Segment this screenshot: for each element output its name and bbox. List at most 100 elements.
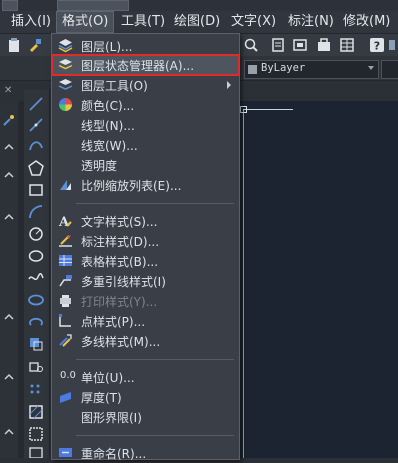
menu-item-label: 图形界限(I) — [81, 411, 142, 425]
more-toolbar-icon[interactable] — [389, 37, 398, 53]
menu-item-lineweight[interactable]: 线宽(W)... — [52, 135, 239, 155]
menu-item-label: 标注样式(D)... — [81, 235, 160, 249]
hatch-icon[interactable] — [28, 404, 44, 420]
plot-style-icon — [60, 295, 71, 307]
insert-block-icon[interactable] — [28, 336, 44, 352]
menu-item-plot-style[interactable]: 打印样式(Y)... — [52, 291, 239, 311]
menu-format[interactable]: 格式(O) — [56, 11, 115, 33]
menu-item-color[interactable]: 颜色(C)... — [52, 95, 239, 115]
collapse-up-icon[interactable] — [3, 211, 15, 223]
collapse-up-icon[interactable] — [3, 426, 15, 438]
ellipse-arc-icon[interactable] — [28, 314, 44, 330]
table-draw-icon[interactable] — [28, 446, 44, 458]
help-icon[interactable]: ? — [369, 37, 385, 53]
scale-list-icon — [60, 180, 71, 190]
dim-style-icon — [59, 235, 72, 247]
color-combo-value: ByLayer — [261, 62, 306, 74]
menu-item-text-style[interactable]: A 文字样式(S)... — [52, 211, 239, 231]
menu-item-label: 厚度(T) — [81, 391, 122, 405]
design-center-icon[interactable] — [292, 37, 308, 53]
menu-item-label: 颜色(C)... — [81, 99, 135, 113]
menu-insert[interactable]: 插入(I) — [6, 11, 56, 33]
line-icon[interactable] — [28, 96, 44, 112]
menu-separator — [76, 435, 234, 436]
menu-item-table-style[interactable]: 表格样式(B)... — [52, 251, 239, 271]
menu-text[interactable]: 文字(X) — [226, 11, 281, 33]
rectangle-icon[interactable] — [28, 182, 44, 198]
menu-item-layer-state-manager[interactable]: 图层状态管理器(A)... — [51, 54, 240, 76]
arc-icon[interactable] — [28, 204, 44, 220]
region-icon[interactable] — [28, 426, 44, 442]
menu-item-label: 文字样式(S)... — [81, 215, 158, 229]
menu-item-label: 透明度 — [81, 159, 118, 173]
menu-item-transparency[interactable]: 透明度 — [52, 155, 239, 175]
menu-item-rename[interactable]: 重命名(R)... — [52, 443, 239, 463]
thickness-icon — [60, 392, 71, 403]
menu-item-mline-style[interactable]: 多线样式(M)... — [52, 331, 239, 351]
collapse-up-icon[interactable] — [3, 169, 15, 181]
menu-item-label: 多重引线样式(I) — [81, 275, 166, 289]
tool-palettes-icon[interactable] — [316, 37, 332, 53]
construction-line-icon[interactable] — [28, 117, 44, 133]
menu-item-dim-style[interactable]: 标注样式(D)... — [52, 231, 239, 251]
menu-item-label: 重命名(R)... — [81, 447, 147, 461]
ucs-origin-marker — [240, 106, 247, 113]
collapse-up-icon[interactable] — [3, 311, 15, 323]
polygon-icon[interactable] — [28, 160, 44, 176]
menu-item-label: 线型(N)... — [81, 119, 135, 133]
format-menu-dropdown: 图层(L)... 图层状态管理器(A)... 图层工具(O) 颜色(C)... … — [51, 33, 240, 463]
circle-icon[interactable] — [28, 226, 44, 242]
color-swatch — [248, 65, 257, 74]
menu-dimension[interactable]: 标注(N) — [283, 11, 339, 33]
menu-item-layer[interactable]: 图层(L)... — [52, 36, 239, 56]
menu-item-label: 表格样式(B)... — [81, 255, 159, 269]
menu-item-scale-list[interactable]: 比例缩放列表(E)... — [52, 175, 239, 195]
properties-side-icon[interactable] — [2, 113, 16, 127]
mleader-style-icon — [59, 275, 72, 287]
mline-style-icon — [59, 334, 72, 347]
menu-item-units[interactable]: 0.0 单位(U)... — [52, 367, 239, 387]
collapse-up-icon[interactable] — [3, 141, 15, 153]
polyline-icon[interactable] — [28, 138, 44, 154]
match-properties-icon[interactable] — [27, 37, 43, 53]
table-icon[interactable] — [339, 37, 355, 53]
point-icon[interactable] — [28, 382, 44, 398]
svg-text:?: ? — [374, 40, 380, 53]
text-style-icon: A — [58, 215, 72, 228]
close-icon[interactable]: ✕ — [4, 85, 12, 96]
linetype-combo[interactable] — [381, 60, 398, 79]
ellipse-icon[interactable] — [28, 292, 44, 308]
paste-icon[interactable] — [6, 37, 22, 53]
drawing-canvas[interactable] — [238, 101, 398, 458]
make-block-icon[interactable] — [28, 358, 44, 374]
menu-item-label: 单位(U)... — [81, 371, 135, 385]
menu-item-label: 多线样式(M)... — [81, 335, 161, 349]
menu-item-label: 图层状态管理器(A)... — [81, 59, 195, 73]
menu-item-thickness[interactable]: 厚度(T) — [52, 387, 239, 407]
draw-toolbar — [24, 90, 50, 458]
point-style-icon — [59, 314, 71, 327]
zoom-icon[interactable] — [243, 37, 259, 53]
menu-item-point-style[interactable]: 点样式(P)... — [52, 311, 239, 331]
menu-item-drawing-limits[interactable]: 图形界限(I) — [52, 407, 239, 427]
menu-modify[interactable]: 修改(M) — [338, 11, 395, 33]
menu-item-mleader-style[interactable]: 多重引线样式(I) — [52, 271, 239, 291]
menu-item-label: 点样式(P)... — [81, 315, 146, 329]
menu-item-label: 打印样式(Y)... — [81, 295, 158, 309]
units-icon: 0.0 — [60, 370, 76, 381]
workspace-combo[interactable] — [57, 0, 129, 11]
menu-bar: 插入(I) 格式(O) 工具(T) 绘图(D) 文字(X) 标注(N) 修改(M… — [0, 11, 398, 34]
menu-tools[interactable]: 工具(T) — [116, 11, 170, 33]
menu-item-label: 图层工具(O) — [81, 79, 148, 93]
table-style-icon — [59, 255, 72, 266]
menu-draw[interactable]: 绘图(D) — [169, 11, 225, 33]
collapse-up-icon[interactable] — [3, 371, 15, 383]
menu-item-layer-tools[interactable]: 图层工具(O) — [52, 75, 239, 95]
quick-access-button[interactable] — [2, 0, 18, 11]
revision-cloud-icon[interactable] — [28, 248, 44, 264]
spline-icon[interactable] — [28, 270, 44, 286]
color-combo[interactable]: ByLayer — [244, 60, 379, 79]
properties-icon[interactable] — [270, 37, 286, 53]
menu-item-linetype[interactable]: 线型(N)... — [52, 115, 239, 135]
left-dock-panel — [0, 101, 19, 458]
